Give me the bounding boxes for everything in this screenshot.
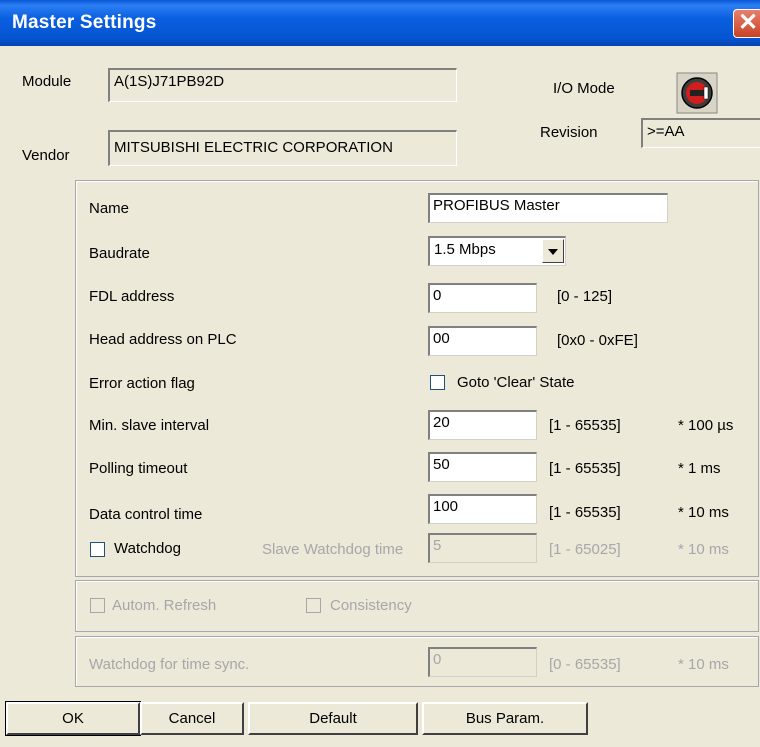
error-action-flag-label: Error action flag (89, 375, 195, 392)
slave-watchdog-time-input[interactable]: 5 (428, 533, 537, 563)
goto-clear-state-label: Goto 'Clear' State (457, 374, 575, 391)
fdl-address-input[interactable]: 0 (428, 283, 537, 313)
watchdog-time-sync-input[interactable]: 0 (428, 647, 537, 677)
data-control-time-label: Data control time (89, 506, 203, 523)
baudrate-select[interactable]: 1.5 Mbps (428, 236, 566, 266)
polling-timeout-range: [1 - 65535] (549, 460, 621, 477)
module-field: A(1S)J71PB92D (108, 68, 457, 102)
watchdog-time-sync-unit: * 10 ms (678, 656, 729, 673)
vendor-label: Vendor (22, 147, 70, 164)
slave-watchdog-time-unit: * 10 ms (678, 541, 729, 558)
chevron-down-icon[interactable] (542, 239, 564, 263)
head-address-label: Head address on PLC (89, 331, 237, 348)
data-control-time-input[interactable]: 100 (428, 494, 537, 524)
data-control-time-range: [1 - 65535] (549, 504, 621, 521)
data-control-time-unit: * 10 ms (678, 504, 729, 521)
watchdog-time-sync-label: Watchdog for time sync. (89, 656, 250, 673)
io-mode-label: I/O Mode (553, 80, 615, 97)
head-address-range: [0x0 - 0xFE] (557, 332, 638, 349)
polling-timeout-label: Polling timeout (89, 460, 188, 477)
head-address-input[interactable]: 00 (428, 326, 537, 356)
revision-label: Revision (540, 124, 598, 141)
close-icon: ✕ (737, 9, 759, 36)
baudrate-label: Baudrate (89, 245, 150, 262)
autom-refresh-label: Autom. Refresh (112, 597, 217, 614)
bus-param-button[interactable]: Bus Param. (422, 702, 588, 735)
min-slave-interval-range: [1 - 65535] (549, 417, 621, 434)
polling-timeout-unit: * 1 ms (678, 460, 721, 477)
min-slave-interval-unit: * 100 µs (678, 417, 734, 434)
module-label: Module (22, 73, 72, 90)
polling-timeout-input[interactable]: 50 (428, 452, 537, 482)
min-slave-interval-input[interactable]: 20 (428, 410, 537, 440)
watchdog-time-sync-range: [0 - 65535] (549, 656, 621, 673)
close-button[interactable]: ✕ (733, 9, 760, 38)
watchdog-checkbox[interactable] (90, 542, 105, 557)
ok-button[interactable]: OK (5, 701, 141, 736)
name-input[interactable]: PROFIBUS Master (428, 193, 668, 223)
default-button[interactable]: Default (248, 702, 418, 735)
window-title: Master Settings (12, 12, 157, 33)
consistency-label: Consistency (330, 597, 412, 614)
vendor-field: MITSUBISHI ELECTRIC CORPORATION (108, 130, 457, 166)
title-bar: Master Settings ✕ (0, 0, 760, 46)
goto-clear-state-checkbox[interactable] (430, 375, 445, 390)
revision-field: >=AA (641, 118, 760, 148)
rotary-switch-icon (676, 72, 718, 114)
consistency-checkbox[interactable] (306, 598, 321, 613)
baudrate-value: 1.5 Mbps (434, 241, 496, 258)
min-slave-interval-label: Min. slave interval (89, 417, 210, 434)
slave-watchdog-time-label: Slave Watchdog time (262, 541, 404, 558)
autom-refresh-checkbox[interactable] (90, 598, 105, 613)
cancel-button[interactable]: Cancel (140, 702, 244, 735)
slave-watchdog-time-range: [1 - 65025] (549, 541, 621, 558)
fdl-address-label: FDL address (89, 288, 175, 305)
name-label: Name (89, 200, 130, 217)
fdl-address-range: [0 - 125] (557, 288, 613, 305)
watchdog-label: Watchdog (114, 540, 181, 557)
